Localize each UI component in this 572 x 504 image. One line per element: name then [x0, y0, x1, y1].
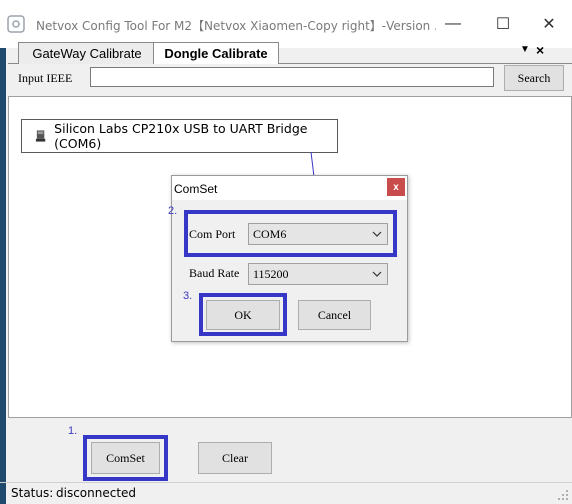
input-ieee-label: Input IEEE: [18, 71, 73, 85]
minimize-button[interactable]: —: [430, 0, 476, 48]
step2-highlight: [184, 210, 397, 257]
status-value: disconnected: [56, 486, 137, 500]
device-label: Silicon Labs CP210x USB to UART Bridge (…: [54, 121, 308, 151]
chevron-down-icon: [372, 271, 382, 277]
device-list-item[interactable]: Silicon Labs CP210x USB to UART Bridge (…: [21, 119, 338, 153]
step3-number: 3.: [183, 290, 193, 302]
tab-close-icon[interactable]: ×: [536, 42, 552, 60]
cancel-button[interactable]: Cancel: [298, 300, 371, 330]
close-button[interactable]: ✕: [526, 0, 572, 48]
tab-gateway-calibrate[interactable]: GateWay Calibrate: [18, 42, 156, 64]
window-title: Netvox Config Tool For M2【Netvox Xiaomen…: [36, 19, 436, 33]
baud-rate-select[interactable]: 115200: [248, 263, 388, 285]
desktop-edge: [0, 48, 6, 504]
tab-list-dropdown-icon[interactable]: ▼: [520, 44, 536, 60]
search-button[interactable]: Search: [504, 65, 564, 91]
dialog-title: ComSet: [174, 182, 218, 196]
tab-dongle-calibrate[interactable]: Dongle Calibrate: [153, 42, 279, 64]
baud-rate-label: Baud Rate: [189, 266, 240, 280]
step2-number: 2.: [168, 205, 178, 217]
dialog-close-button[interactable]: x: [387, 178, 405, 196]
step1-number: 1.: [68, 425, 78, 437]
baud-rate-value: 115200: [253, 266, 289, 281]
step3-highlight: [199, 293, 287, 336]
ieee-input[interactable]: [90, 67, 494, 87]
app-icon: [7, 15, 25, 33]
maximize-button[interactable]: ☐: [480, 0, 526, 48]
clear-button[interactable]: Clear: [198, 442, 272, 474]
usb-device-icon: [35, 130, 46, 142]
resize-grip-icon[interactable]: [556, 488, 570, 502]
step1-highlight: [83, 435, 168, 481]
status-bar-divider: [0, 482, 572, 483]
status-label: Status:: [11, 486, 54, 500]
